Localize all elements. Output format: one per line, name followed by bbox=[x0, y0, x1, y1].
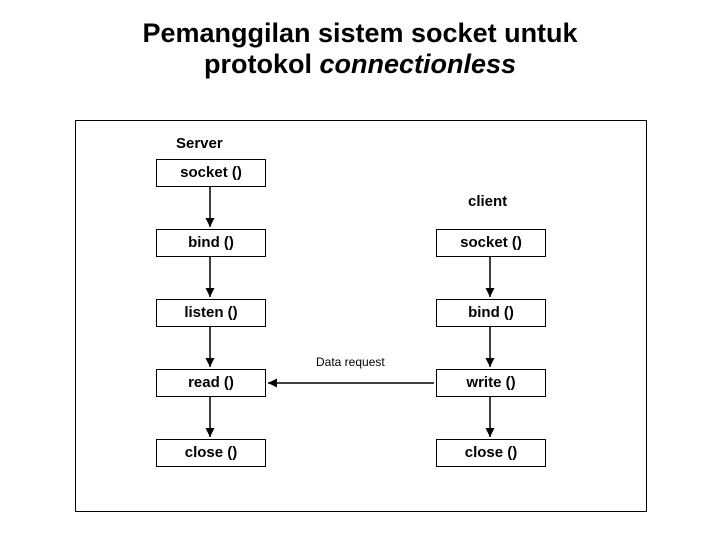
server-close-box: close () bbox=[156, 439, 266, 467]
data-request-label: Data request bbox=[316, 355, 385, 369]
server-read-box: read () bbox=[156, 369, 266, 397]
server-socket-box: socket () bbox=[156, 159, 266, 187]
server-header: Server bbox=[176, 135, 223, 152]
diagram-frame: Server client socket () bind () listen (… bbox=[75, 120, 647, 512]
title-line2-plain: protokol bbox=[204, 49, 320, 79]
server-listen-box: listen () bbox=[156, 299, 266, 327]
client-bind-box: bind () bbox=[436, 299, 546, 327]
title-line1: Pemanggilan sistem socket untuk bbox=[142, 18, 577, 48]
title-line2-italic: connectionless bbox=[319, 49, 516, 79]
client-socket-box: socket () bbox=[436, 229, 546, 257]
page-title: Pemanggilan sistem socket untuk protokol… bbox=[0, 18, 720, 80]
client-write-box: write () bbox=[436, 369, 546, 397]
server-bind-box: bind () bbox=[156, 229, 266, 257]
client-header: client bbox=[468, 193, 507, 210]
client-close-box: close () bbox=[436, 439, 546, 467]
